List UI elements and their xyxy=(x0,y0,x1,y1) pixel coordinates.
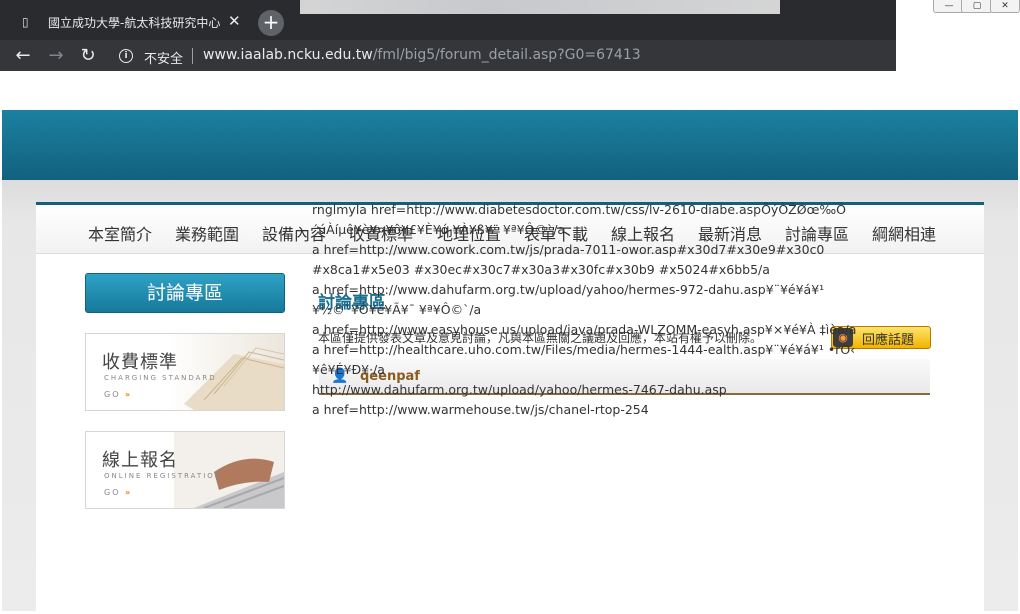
background-window xyxy=(300,0,780,14)
arrow-icon: » xyxy=(125,488,133,497)
post-line: ¥ê¥É¥Ð¥·/a xyxy=(312,362,385,377)
post-line: http://www.dahufarm.org.tw/upload/yahoo/… xyxy=(312,382,727,397)
restore-icon[interactable]: ▢ xyxy=(961,0,993,13)
browser-tabstrip: ▯ 國立成功大學-航太科技研究中心 ✕ + — ▢ ✕ xyxy=(0,0,1020,40)
banner-subtitle: CHARGING STANDARD xyxy=(104,374,217,382)
post-line: a href=http://healthcare.uho.com.tw/File… xyxy=(312,342,856,357)
url-path: /fml/big5/forum_detail.asp?G0=67413 xyxy=(372,47,641,63)
book-illustration xyxy=(184,347,284,410)
post-line: a href=http://www.warmehouse.tw/js/chane… xyxy=(312,402,649,417)
tab-close-icon[interactable]: ✕ xyxy=(228,12,241,30)
browser-tab[interactable]: ▯ 國立成功大學-航太科技研究中心 ✕ xyxy=(8,6,250,40)
online-registration-banner[interactable]: 線上報名 ONLINE REGISTRATION GO » xyxy=(85,431,285,509)
banner-subtitle: ONLINE REGISTRATION xyxy=(104,472,223,480)
post-line: #x8ca1#x5e03 #x30ec#x30c7#x30a3#x30fc#x3… xyxy=(312,262,770,277)
new-tab-button[interactable]: + xyxy=(258,10,284,36)
post-line: a href=http://www.cowork.com.tw/js/prada… xyxy=(312,242,825,257)
post-line: a href=http://www.easyhouse.us/upload/ja… xyxy=(312,322,857,337)
charging-standard-banner[interactable]: 收費標準 CHARGING STANDARD GO » xyxy=(85,333,285,411)
banner-go: GO » xyxy=(104,390,133,399)
menu-item-links[interactable]: 綱網相連 xyxy=(872,221,936,245)
post-line: rnglmyla href=http://www.diabetesdoctor.… xyxy=(312,202,846,217)
browser-toolbar: ← → ↻ i 不安全 www.iaalab.ncku.edu.tw/fml/b… xyxy=(0,40,896,71)
keyboard-illustration xyxy=(174,432,284,508)
tab-title: 國立成功大學-航太科技研究中心 xyxy=(48,16,221,30)
post-line: a href=http://www.dahufarm.org.tw/upload… xyxy=(312,282,825,297)
insecure-label[interactable]: 不安全 xyxy=(144,48,183,67)
post-line: ¥½©`¥Ò¥é¥Ã¥¯ ¥ª¥Ô©`/a xyxy=(312,302,482,317)
banner-title: 線上報名 xyxy=(102,450,178,471)
site-header-banner xyxy=(2,110,1018,180)
reload-icon[interactable]: ↻ xyxy=(77,45,99,67)
post-body: rnglmyla href=http://www.diabetesdoctor.… xyxy=(312,200,872,420)
sidebar-title: 討論專區 xyxy=(85,273,285,313)
close-window-icon[interactable]: ✕ xyxy=(990,0,1020,13)
info-icon[interactable]: i xyxy=(119,49,133,63)
post-line: ´úÀíµê¥è¥¤¥ô¥£¥È¥ó ¥À¥ß¥¨ ¥ª¥Ô©`/a xyxy=(312,222,566,237)
menu-item-services[interactable]: 業務範圍 xyxy=(175,221,239,245)
address-separator xyxy=(192,48,193,64)
arrow-icon: » xyxy=(125,390,133,399)
banner-go: GO » xyxy=(104,488,133,497)
menu-item-about[interactable]: 本室簡介 xyxy=(88,221,152,245)
page-icon: ▯ xyxy=(22,15,29,29)
back-icon[interactable]: ← xyxy=(12,45,34,67)
forward-icon[interactable]: → xyxy=(45,45,67,67)
address-bar[interactable]: www.iaalab.ncku.edu.tw/fml/big5/forum_de… xyxy=(203,47,641,63)
url-domain: www.iaalab.ncku.edu.tw xyxy=(203,47,373,63)
banner-title: 收費標準 xyxy=(102,352,178,373)
